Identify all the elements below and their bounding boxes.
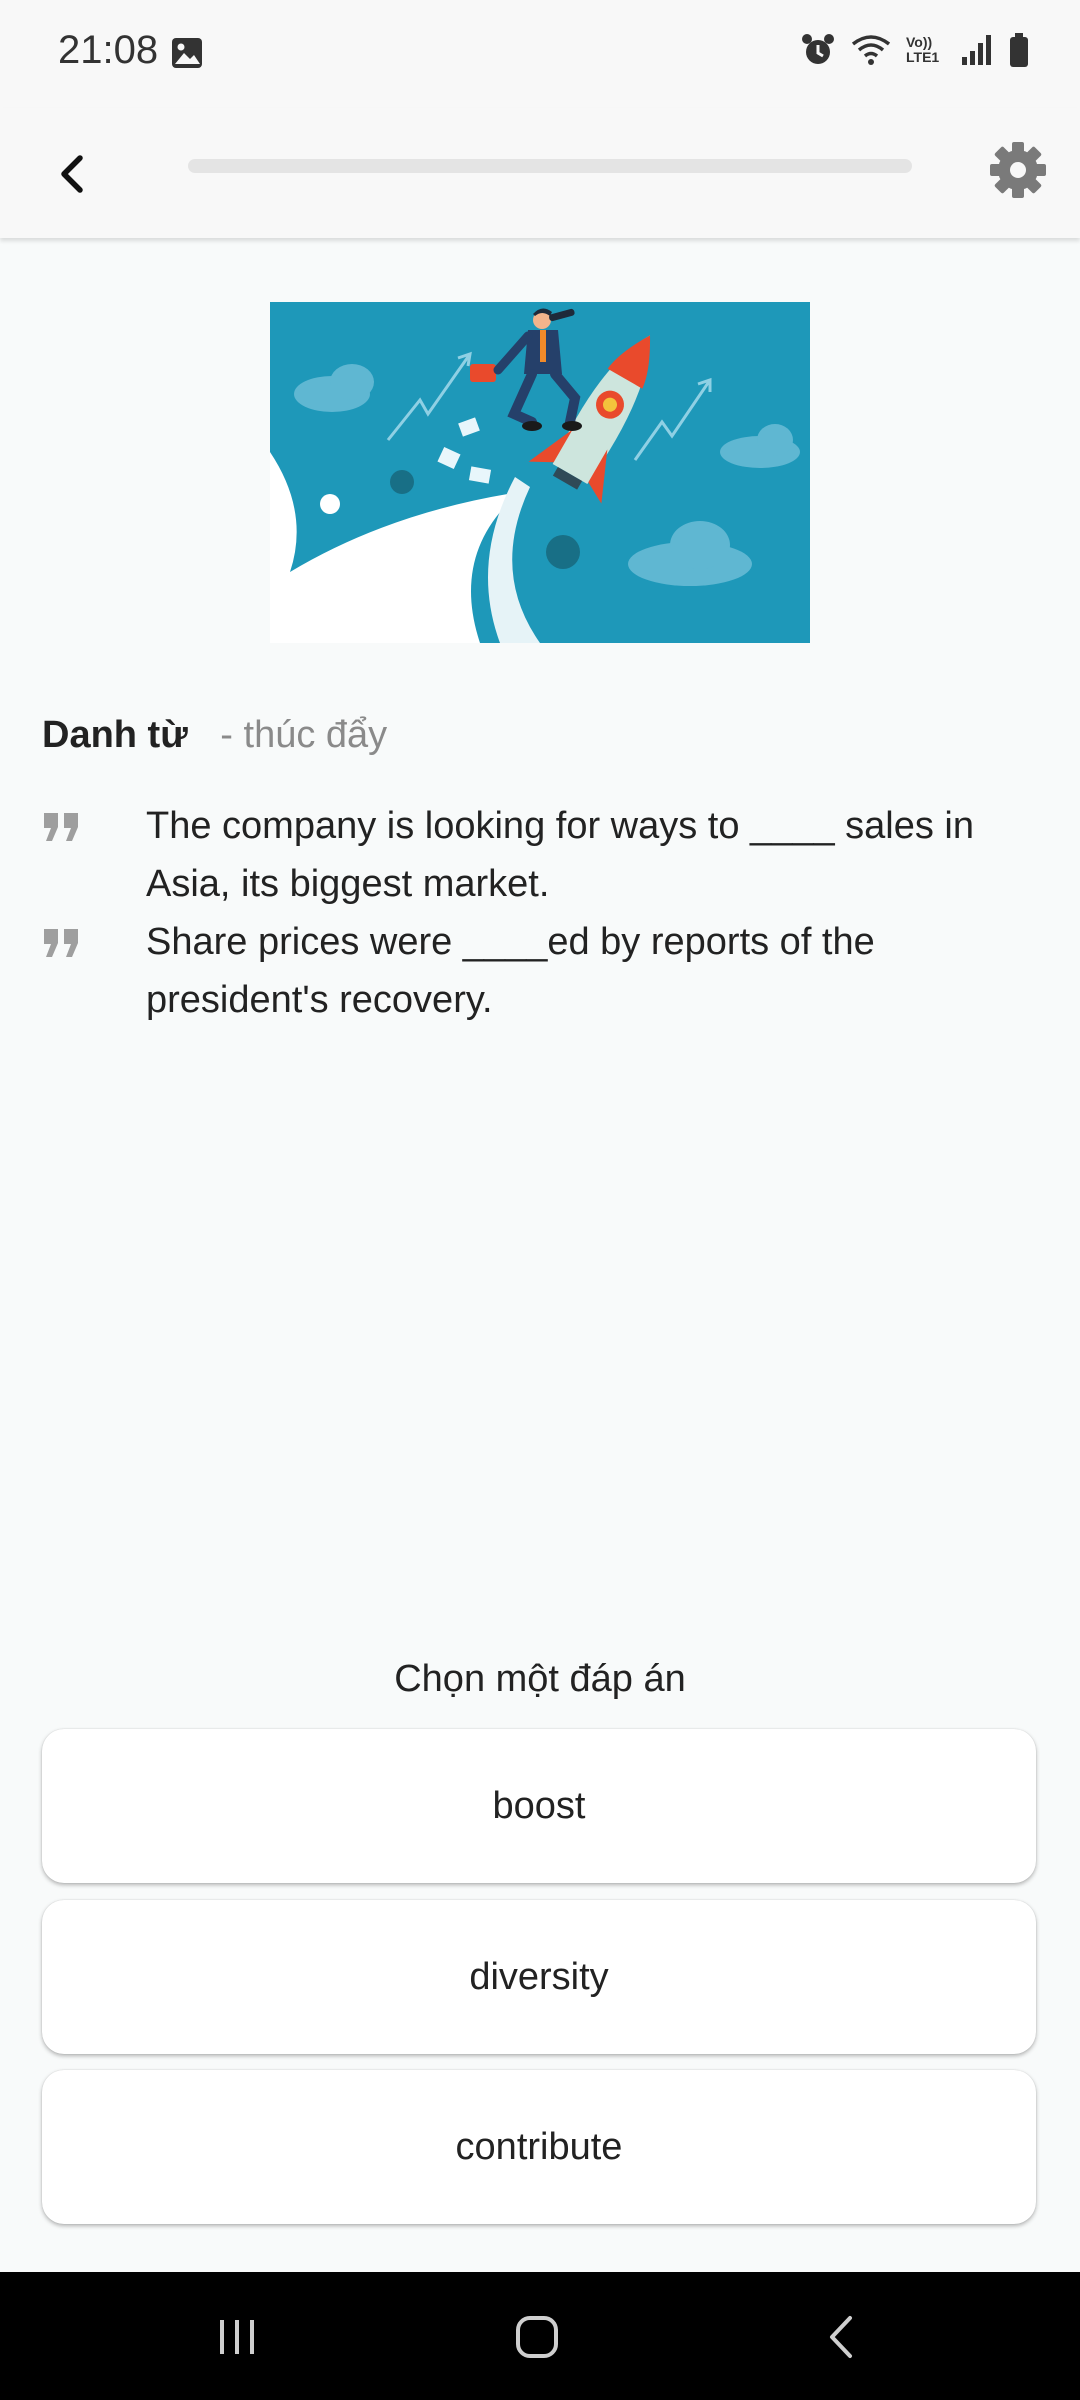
example-sentence: The company is looking for ways to ____ … bbox=[42, 797, 1032, 913]
recent-apps-button[interactable] bbox=[212, 2312, 262, 2367]
network-label: Vo)) LTE1 bbox=[906, 34, 940, 65]
word-meaning: - thúc đẩy bbox=[220, 714, 388, 756]
status-bar: 21:08 Vo)) LTE1 bbox=[0, 0, 1080, 108]
back-button[interactable] bbox=[48, 144, 98, 204]
progress-bar bbox=[188, 159, 912, 173]
word-illustration bbox=[270, 302, 810, 643]
back-icon bbox=[830, 2316, 852, 2358]
rocket-businessman-illustration bbox=[270, 302, 810, 643]
gear-icon bbox=[990, 142, 1046, 198]
answer-option-boost[interactable]: boost bbox=[42, 1729, 1036, 1883]
system-back-button[interactable] bbox=[818, 2312, 868, 2367]
word-type: Danh từ bbox=[42, 714, 188, 756]
battery-icon bbox=[1010, 33, 1028, 67]
home-button[interactable] bbox=[512, 2312, 562, 2367]
recent-apps-icon bbox=[220, 2320, 254, 2354]
chevron-left-icon bbox=[61, 155, 83, 193]
example-text: Share prices were ____ed by reports of t… bbox=[146, 921, 875, 1021]
choose-answer-label: Chọn một đáp án bbox=[394, 1658, 686, 1700]
word-info: Danh từ - thúc đẩy bbox=[42, 714, 387, 757]
example-text: The company is looking for ways to ____ … bbox=[146, 805, 974, 905]
settings-button[interactable] bbox=[988, 140, 1048, 200]
app-bar bbox=[0, 108, 1080, 238]
image-icon bbox=[172, 38, 202, 68]
example-sentence: Share prices were ____ed by reports of t… bbox=[42, 913, 1032, 1029]
wifi-icon bbox=[851, 35, 891, 65]
answer-option-diversity[interactable]: diversity bbox=[42, 1900, 1036, 2054]
quote-icon bbox=[42, 797, 146, 913]
quote-icon bbox=[42, 913, 146, 1029]
system-nav-bar bbox=[0, 2272, 1080, 2400]
home-icon bbox=[516, 2316, 558, 2358]
status-time: 21:08 bbox=[58, 28, 159, 72]
alarm-icon bbox=[802, 34, 834, 64]
status-icons: Vo)) LTE1 bbox=[800, 32, 1030, 68]
answer-option-contribute[interactable]: contribute bbox=[42, 2070, 1036, 2224]
signal-icon bbox=[962, 35, 991, 65]
